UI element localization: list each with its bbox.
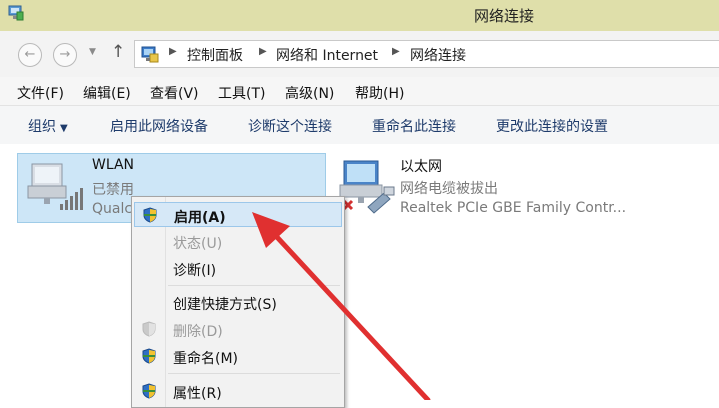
menu-separator — [168, 285, 340, 286]
uac-shield-icon — [142, 321, 156, 337]
window-title: 网络连接 — [474, 7, 535, 25]
enable-device-button[interactable]: 启用此网络设备 — [110, 116, 208, 136]
connections-list: WLAN 已禁用 Qualc 以太网 网络电缆被拔出 Realtek PCIe … — [0, 144, 719, 400]
connection-item-ethernet[interactable]: 以太网 网络电缆被拔出 Realtek PCIe GBE Family Cont… — [330, 153, 660, 221]
connection-device: Qualc — [92, 201, 133, 217]
forward-button[interactable]: → — [53, 43, 77, 67]
network-connections-icon — [8, 5, 24, 21]
uac-shield-icon — [142, 348, 156, 364]
organize-label: 组织 — [28, 119, 56, 135]
control-panel-icon — [141, 46, 159, 63]
ethernet-adapter-icon — [339, 160, 395, 214]
menu-tools[interactable]: 工具(T) — [218, 83, 265, 103]
command-bar: 组织 ▼ 启用此网络设备 诊断这个连接 重命名此连接 更改此连接的设置 — [0, 105, 719, 145]
connection-name: 以太网 — [400, 159, 442, 175]
change-settings-button[interactable]: 更改此连接的设置 — [496, 116, 608, 136]
uac-shield-icon — [143, 207, 157, 223]
uac-shield-icon — [142, 383, 156, 399]
wireless-adapter-icon — [27, 163, 83, 210]
menu-item-label: 启用(A) — [174, 210, 226, 226]
menu-help[interactable]: 帮助(H) — [355, 83, 404, 103]
menu-item-label: 状态(U) — [173, 236, 223, 252]
menu-edit[interactable]: 编辑(E) — [83, 83, 131, 103]
breadcrumb-separator: ▶ — [392, 46, 400, 57]
arrow-left-icon: ← — [24, 47, 36, 62]
breadcrumb-separator: ▶ — [169, 46, 177, 57]
menu-item-label: 属性(R) — [173, 386, 222, 402]
menu-separator — [168, 373, 340, 374]
menu-item-enable[interactable]: 启用(A) — [134, 202, 342, 227]
menu-file[interactable]: 文件(F) — [17, 83, 64, 103]
menu-item-label: 重命名(M) — [173, 351, 239, 367]
breadcrumb-control-panel[interactable]: 控制面板 — [187, 45, 243, 65]
connection-status: 网络电缆被拔出 — [400, 181, 498, 197]
menu-item-create-shortcut[interactable]: 创建快捷方式(S) — [134, 290, 342, 315]
connection-status: 已禁用 — [92, 182, 134, 198]
menu-item-label: 诊断(I) — [173, 263, 217, 279]
recent-locations-button[interactable]: ▼ — [89, 47, 96, 57]
title-bar: 网络连接 — [0, 0, 719, 31]
rename-connection-button[interactable]: 重命名此连接 — [372, 116, 456, 136]
menu-item-properties[interactable]: 属性(R) — [134, 379, 342, 404]
arrow-up-icon: ↑ — [111, 42, 126, 62]
connection-device: Realtek PCIe GBE Family Contr... — [400, 200, 627, 216]
context-menu: 启用(A) 状态(U) 诊断(I) 创建快捷方式(S) 删除(D) 重命名(M) — [131, 196, 345, 408]
chevron-down-icon: ▼ — [60, 123, 68, 134]
menu-item-label: 删除(D) — [173, 324, 223, 340]
menu-item-status[interactable]: 状态(U) — [134, 229, 342, 254]
address-bar[interactable]: ▶ 控制面板 ▶ 网络和 Internet ▶ 网络连接 — [134, 40, 719, 68]
breadcrumb-network-connections[interactable]: 网络连接 — [410, 45, 466, 65]
menu-view[interactable]: 查看(V) — [150, 83, 199, 103]
menu-advanced[interactable]: 高级(N) — [285, 83, 334, 103]
menu-item-diagnose[interactable]: 诊断(I) — [134, 256, 342, 281]
address-bar-row: ← → ▼ ↑ ▶ 控制面板 ▶ 网络和 Internet ▶ 网络连接 — [0, 31, 719, 77]
menu-bar: 文件(F) 编辑(E) 查看(V) 工具(T) 高级(N) 帮助(H) — [0, 77, 719, 105]
back-button[interactable]: ← — [18, 43, 42, 67]
connection-name: WLAN — [92, 157, 135, 173]
menu-item-rename[interactable]: 重命名(M) — [134, 344, 342, 369]
menu-item-delete[interactable]: 删除(D) — [134, 317, 342, 342]
up-button[interactable]: ↑ — [111, 42, 125, 62]
breadcrumb-separator: ▶ — [259, 46, 267, 57]
diagnose-connection-button[interactable]: 诊断这个连接 — [248, 116, 332, 136]
chevron-down-icon: ▼ — [89, 47, 96, 57]
arrow-right-icon: → — [59, 47, 71, 62]
menu-item-label: 创建快捷方式(S) — [173, 297, 277, 313]
organize-button[interactable]: 组织 ▼ — [28, 116, 68, 136]
breadcrumb-network-internet[interactable]: 网络和 Internet — [276, 45, 378, 65]
